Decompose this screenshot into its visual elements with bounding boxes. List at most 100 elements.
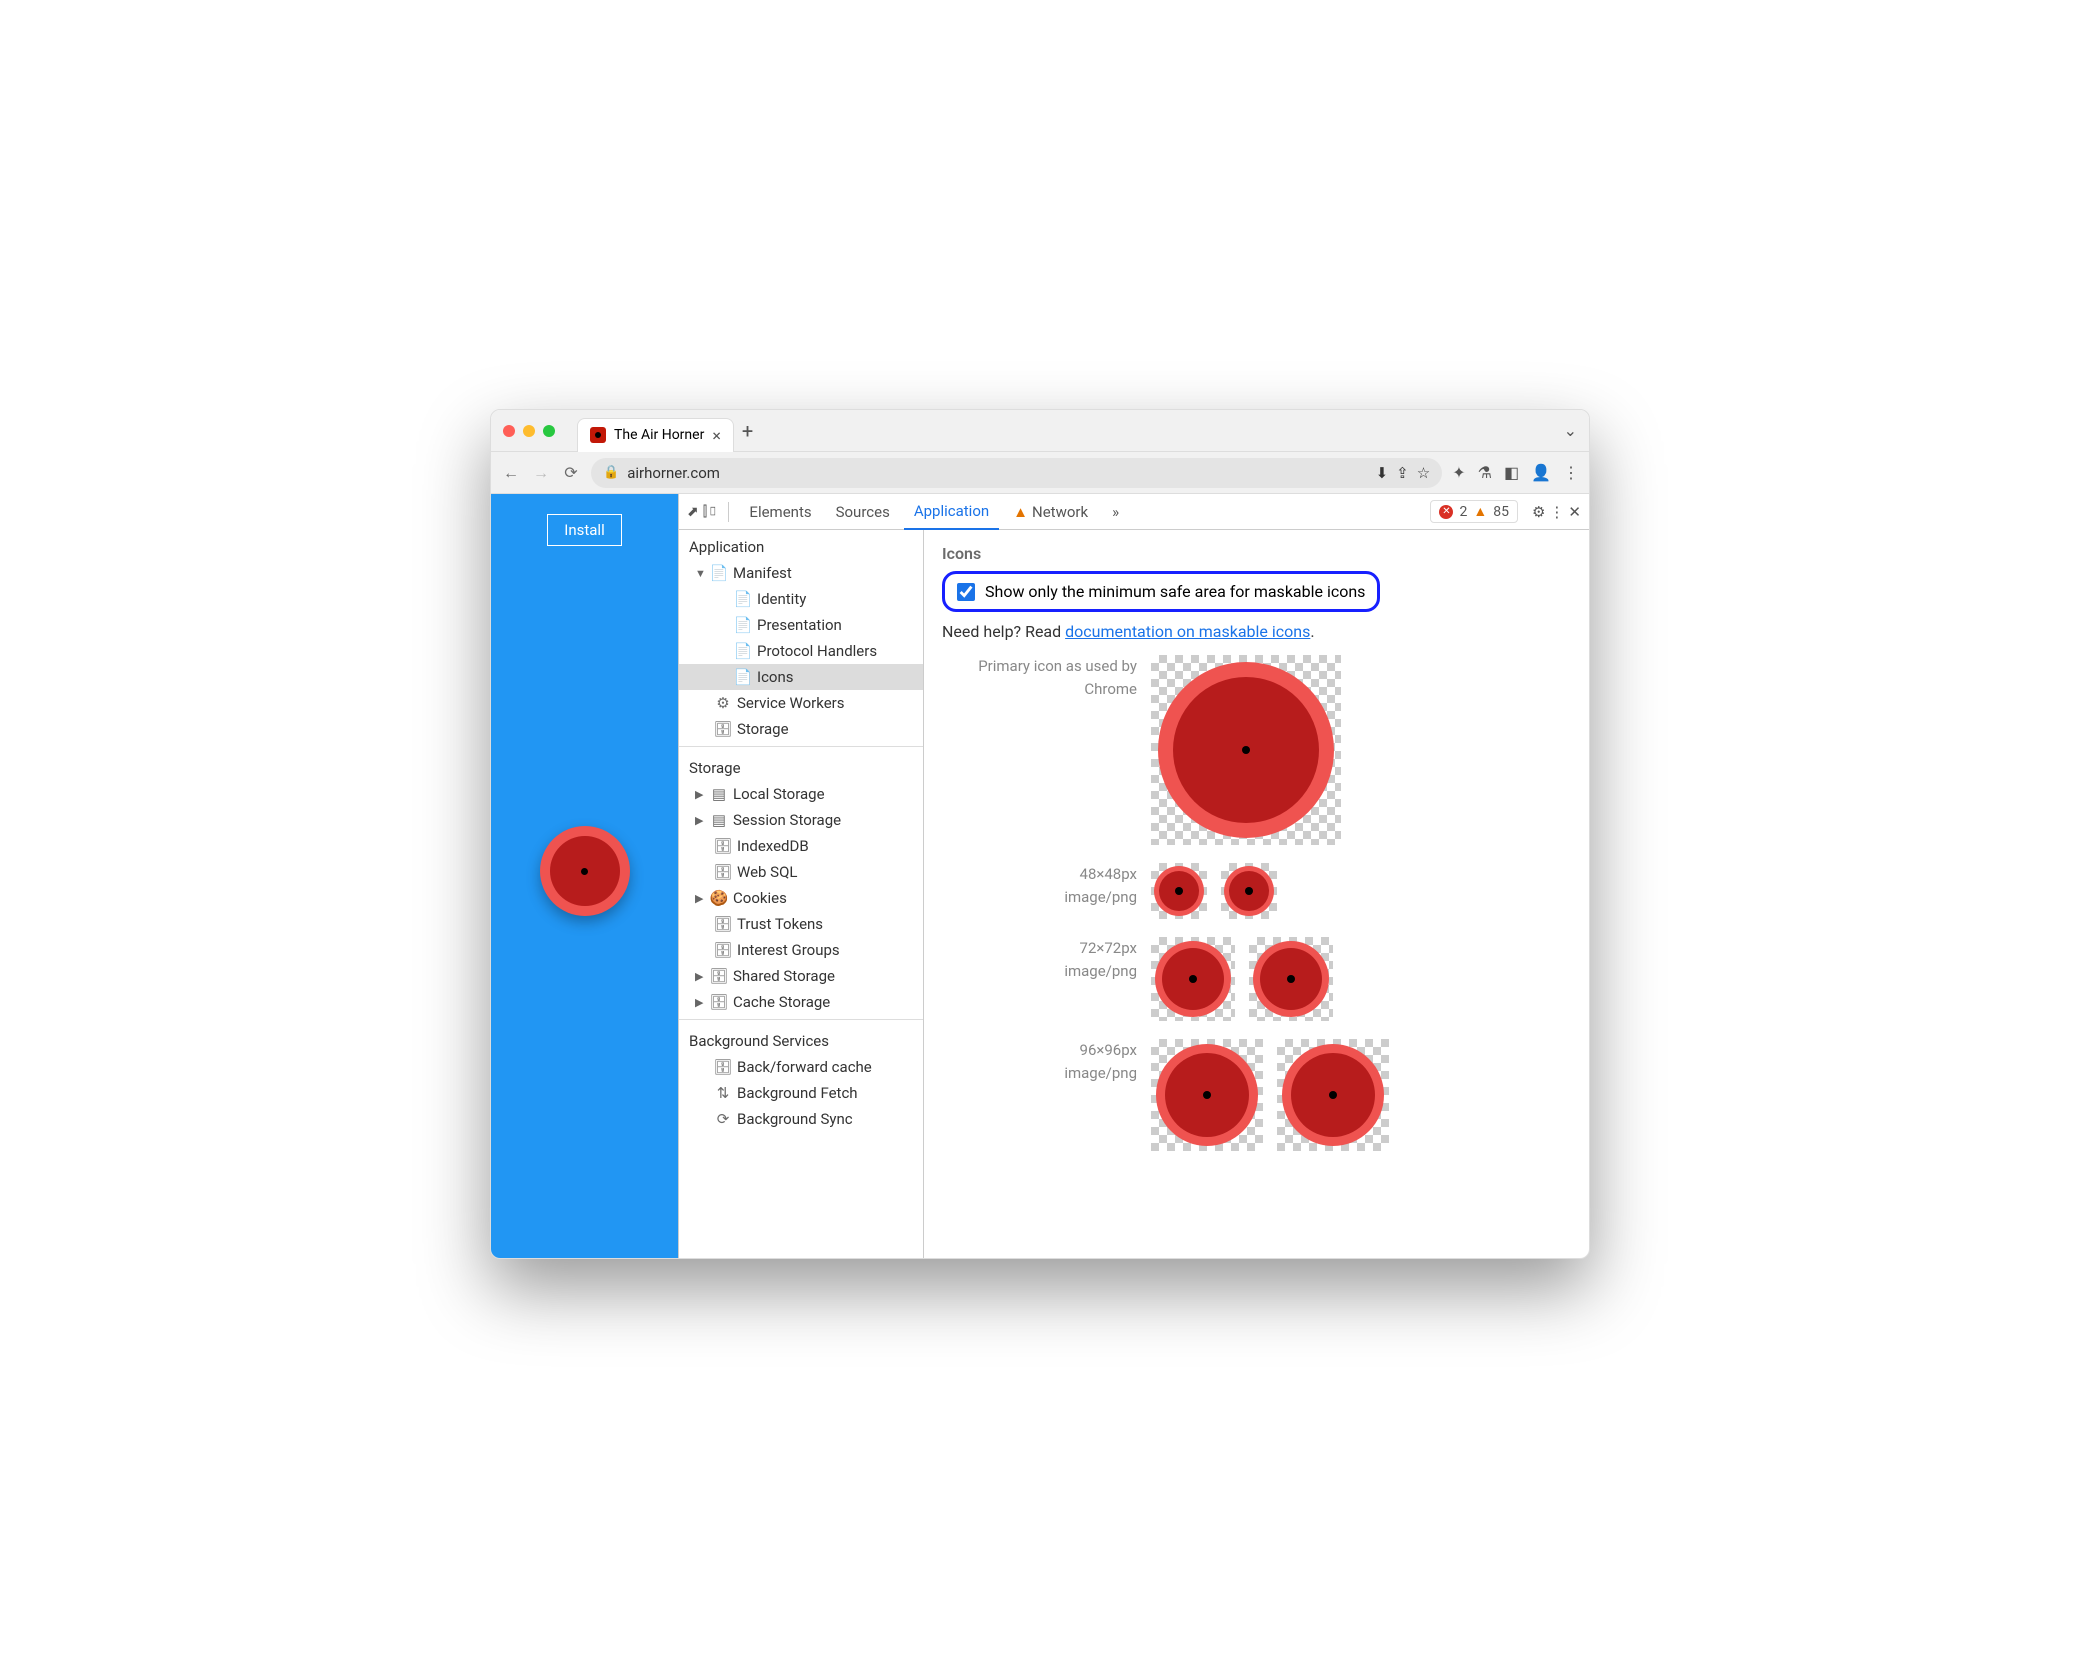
icons-panel: Icons Show only the minimum safe area fo… <box>924 530 1589 1258</box>
sidebar-item-session-storage[interactable]: ▶▤Session Storage <box>679 807 923 833</box>
extensions-icon[interactable]: ✦ <box>1452 463 1465 482</box>
forward-button[interactable]: → <box>531 463 551 483</box>
sidebar-item-shared-storage[interactable]: ▶🗄Shared Storage <box>679 963 923 989</box>
address-bar: ← → ⟳ 🔒 airhorner.com ⬇ ⇪ ☆ ✦ ⚗ ◧ 👤 ⋮ <box>491 452 1589 494</box>
database-icon: 🗄 <box>715 1059 731 1075</box>
sidebar-item-manifest[interactable]: ▼📄 Manifest <box>679 560 923 586</box>
settings-icon[interactable]: ⚙ <box>1532 503 1545 521</box>
cookie-icon: 🍪 <box>711 890 727 906</box>
bookmark-icon[interactable]: ☆ <box>1417 464 1430 482</box>
tab-elements[interactable]: Elements <box>739 495 821 529</box>
content-area: Install ⬈ ⫿▯ Elements Sources Applicatio… <box>491 494 1589 1258</box>
maskable-checkbox-row: Show only the minimum safe area for mask… <box>942 571 1380 612</box>
file-icon: 📄 <box>735 591 751 607</box>
tab-network[interactable]: ▲Network <box>1003 495 1098 529</box>
sidebar-item-identity[interactable]: 📄Identity <box>679 586 923 612</box>
sidebar-item-bg-fetch[interactable]: ⇅Background Fetch <box>679 1080 923 1106</box>
sidebar-item-interest-groups[interactable]: 🗄Interest Groups <box>679 937 923 963</box>
labs-icon[interactable]: ⚗ <box>1478 463 1492 482</box>
issues-counter[interactable]: ✕2 ▲85 <box>1430 500 1517 523</box>
sidebar-item-cookies[interactable]: ▶🍪Cookies <box>679 885 923 911</box>
devtools-panel: ⬈ ⫿▯ Elements Sources Application ▲Netwo… <box>678 494 1589 1258</box>
sidebar-item-presentation[interactable]: 📄Presentation <box>679 612 923 638</box>
maximize-window-button[interactable] <box>543 425 555 437</box>
kebab-icon[interactable]: ⋮ <box>1549 503 1564 521</box>
warning-icon: ▲ <box>1473 503 1487 520</box>
close-window-button[interactable] <box>503 425 515 437</box>
window-controls <box>503 425 555 437</box>
airhorn-button[interactable] <box>540 826 630 916</box>
updown-icon: ⇅ <box>715 1085 731 1101</box>
sidebar-item-bg-sync[interactable]: ⟳Background Sync <box>679 1106 923 1132</box>
file-icon: 📄 <box>711 565 727 581</box>
icon-preview <box>1249 937 1333 1021</box>
minimize-window-button[interactable] <box>523 425 535 437</box>
tab-application[interactable]: Application <box>904 494 999 530</box>
group-storage: Storage <box>679 751 923 781</box>
primary-icon-row: Primary icon as used by Chrome .ai-inner… <box>942 655 1571 845</box>
icon-row-72: 72×72px image/png <box>942 937 1571 1021</box>
devtools-tabs: ⬈ ⫿▯ Elements Sources Application ▲Netwo… <box>679 494 1589 530</box>
group-application: Application <box>679 530 923 560</box>
database-icon: 🗄 <box>715 942 731 958</box>
toolbar-icons: ✦ ⚗ ◧ 👤 ⋮ <box>1452 463 1579 482</box>
icon-preview: .ai-inner::after{width:8px;height:8px} <box>1151 655 1341 845</box>
titlebar: The Air Horner × + ⌄ <box>491 410 1589 452</box>
sync-icon: ⟳ <box>715 1111 731 1127</box>
install-button[interactable]: Install <box>547 514 621 546</box>
maskable-checkbox-label: Show only the minimum safe area for mask… <box>985 582 1365 601</box>
sidebar-item-cache-storage[interactable]: ▶🗄Cache Storage <box>679 989 923 1015</box>
close-devtools-button[interactable]: ✕ <box>1568 503 1581 521</box>
sidebar-item-trust-tokens[interactable]: 🗄Trust Tokens <box>679 911 923 937</box>
sidebar-item-local-storage[interactable]: ▶▤Local Storage <box>679 781 923 807</box>
icon-row-48: 48×48px image/png <box>942 863 1571 919</box>
favicon-icon <box>590 427 606 443</box>
browser-tab[interactable]: The Air Horner × <box>577 418 734 452</box>
reload-button[interactable]: ⟳ <box>561 463 581 482</box>
warning-icon: ▲ <box>1013 503 1028 521</box>
panel-heading: Icons <box>942 544 1571 563</box>
inspect-icon[interactable]: ⬈ <box>687 504 699 520</box>
tab-dropdown-button[interactable]: ⌄ <box>1564 421 1577 440</box>
icon-preview <box>1277 1039 1389 1151</box>
icon-preview <box>1151 937 1235 1021</box>
more-tabs-button[interactable]: » <box>1102 495 1129 529</box>
icon-preview <box>1221 863 1277 919</box>
install-pwa-icon[interactable]: ⬇ <box>1376 464 1389 482</box>
sidebar-item-indexeddb[interactable]: 🗄IndexedDB <box>679 833 923 859</box>
database-icon: 🗄 <box>715 864 731 880</box>
file-icon: 📄 <box>735 669 751 685</box>
application-sidebar: Application ▼📄 Manifest 📄Identity 📄Prese… <box>679 530 924 1258</box>
sidebar-item-protocol-handlers[interactable]: 📄Protocol Handlers <box>679 638 923 664</box>
page-content: Install <box>491 494 678 1258</box>
profile-icon[interactable]: 👤 <box>1531 463 1551 482</box>
maskable-checkbox[interactable] <box>957 583 975 601</box>
omnibox[interactable]: 🔒 airhorner.com ⬇ ⇪ ☆ <box>591 458 1442 488</box>
help-link[interactable]: documentation on maskable icons <box>1065 622 1310 641</box>
icon-row-96: 96×96px image/png <box>942 1039 1571 1151</box>
database-icon: 🗄 <box>715 916 731 932</box>
close-tab-button[interactable]: × <box>712 426 721 445</box>
database-icon: 🗄 <box>715 721 731 737</box>
sidebar-item-bf-cache[interactable]: 🗄Back/forward cache <box>679 1054 923 1080</box>
device-toggle-icon[interactable]: ⫿▯ <box>703 504 719 520</box>
help-text: Need help? Read documentation on maskabl… <box>942 622 1571 641</box>
sidebar-item-icons[interactable]: 📄Icons <box>679 664 923 690</box>
side-panel-icon[interactable]: ◧ <box>1504 463 1519 482</box>
database-icon: 🗄 <box>711 968 727 984</box>
table-icon: ▤ <box>711 786 727 802</box>
sidebar-item-storage-node[interactable]: 🗄Storage <box>679 716 923 742</box>
tab-title: The Air Horner <box>614 427 704 443</box>
new-tab-button[interactable]: + <box>742 419 753 443</box>
table-icon: ▤ <box>711 812 727 828</box>
share-icon[interactable]: ⇪ <box>1396 464 1409 482</box>
back-button[interactable]: ← <box>501 463 521 483</box>
menu-icon[interactable]: ⋮ <box>1563 463 1579 482</box>
tab-sources[interactable]: Sources <box>826 495 900 529</box>
sidebar-item-web-sql[interactable]: 🗄Web SQL <box>679 859 923 885</box>
url-text: airhorner.com <box>627 464 720 482</box>
file-icon: 📄 <box>735 617 751 633</box>
gear-icon: ⚙ <box>715 695 731 711</box>
sidebar-item-service-workers[interactable]: ⚙Service Workers <box>679 690 923 716</box>
error-icon: ✕ <box>1439 505 1453 519</box>
